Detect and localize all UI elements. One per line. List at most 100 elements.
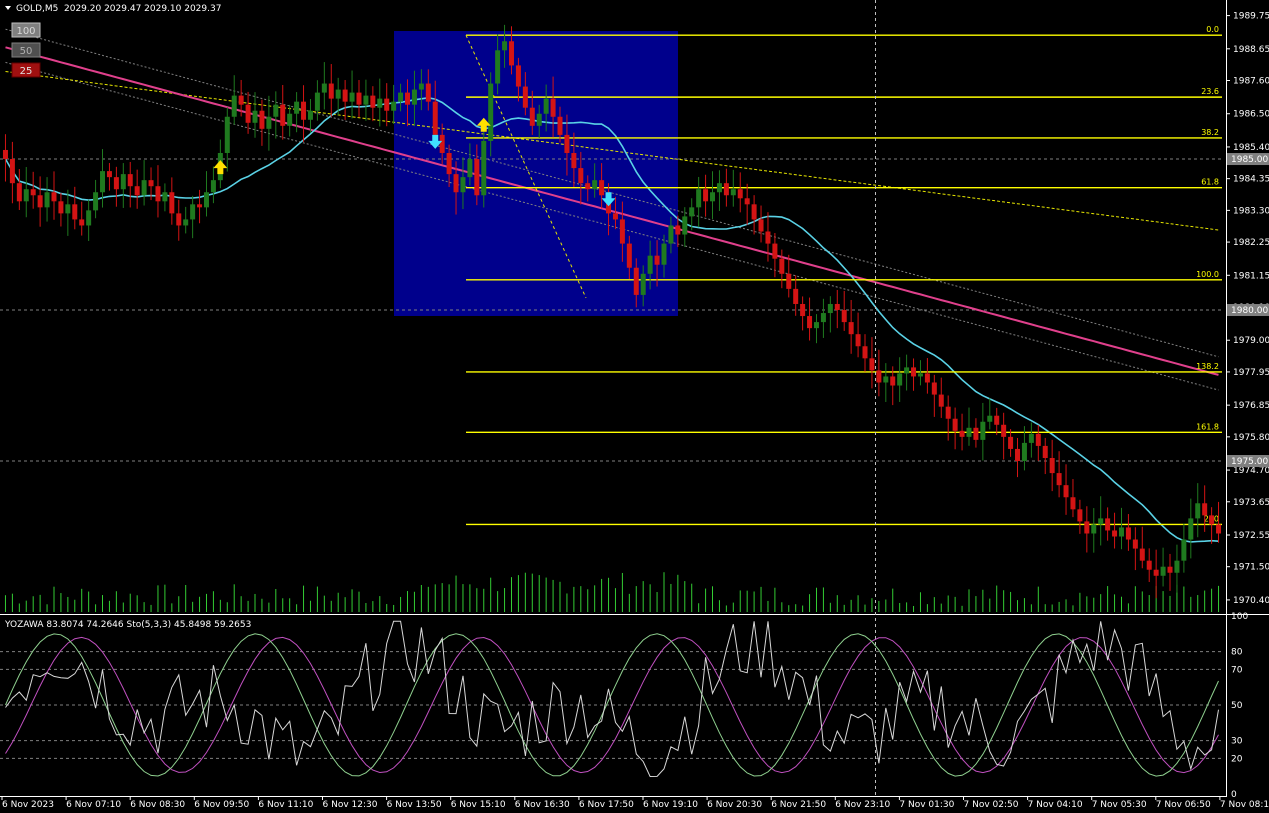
zoom-button-100[interactable]: 100: [11, 22, 41, 38]
price-chart[interactable]: 0.0 23.6 38.2 61.8 100.0 138.2 161.8 20 0 GOLD,M…: [0, 0, 1269, 813]
time-tick-label: 7 Nov 04:10: [1028, 800, 1083, 810]
zoom-button-50[interactable]: 50: [11, 42, 41, 58]
candle-bull: [592, 180, 598, 190]
candle-bull: [1174, 560, 1180, 573]
chart-header: GOLD,M5 2029.20 2029.47 2029.10 2029.37: [5, 4, 221, 14]
candle-bear: [800, 303, 806, 317]
price-tick-label: 1974.70: [1233, 466, 1269, 476]
candle-bear: [841, 310, 847, 323]
candle-bear: [432, 101, 438, 135]
candle-bull: [273, 104, 279, 117]
candle-bull: [495, 50, 501, 84]
candle-bear: [751, 204, 757, 220]
candle-bull: [730, 189, 736, 196]
candle-bull: [86, 210, 92, 226]
candle-bear: [557, 116, 563, 135]
price-tick-label: 1973.65: [1233, 498, 1269, 508]
candle-bull: [411, 89, 417, 105]
candle-bear: [765, 231, 771, 244]
indicator-tick-label: 0: [1231, 790, 1237, 800]
candle-bear: [1008, 436, 1014, 449]
candle-bear: [79, 219, 85, 226]
candle-bear: [952, 418, 958, 431]
candle-bull: [231, 95, 237, 117]
candle-bear: [855, 334, 861, 347]
candle-bull: [696, 189, 702, 208]
candle-bear: [328, 83, 334, 99]
candle-bear: [1216, 524, 1222, 534]
candle-bear: [1105, 518, 1111, 531]
candle-bear: [9, 159, 15, 184]
candle-bull: [335, 89, 341, 99]
fib-level-label: 100.0: [1196, 270, 1219, 279]
indicator-tick-label: 70: [1231, 665, 1243, 675]
candle-bull: [266, 116, 272, 129]
candle-bear: [342, 89, 348, 102]
candle-bear: [779, 258, 785, 274]
candle-bull: [682, 216, 688, 235]
candle-bear: [1077, 509, 1083, 522]
fib-level-label: 61.8: [1201, 178, 1219, 187]
svg-text:25: 25: [20, 66, 33, 77]
candle-bear: [1056, 473, 1062, 486]
candle-bear: [51, 192, 57, 202]
fib-level-label: 38.2: [1201, 128, 1219, 137]
candle-bull: [966, 427, 972, 437]
candle-bear: [515, 65, 521, 87]
time-tick-label: 7 Nov 02:50: [964, 800, 1019, 810]
time-tick-label: 6 Nov 16:30: [515, 800, 570, 810]
candle-bear: [30, 189, 36, 196]
candle-bull: [363, 95, 369, 105]
price-tick-label: 1979.00: [1233, 336, 1269, 346]
indicator-tick-label: 50: [1231, 701, 1243, 711]
candle-bull: [716, 183, 722, 193]
zoom-button-25[interactable]: 25: [11, 62, 41, 78]
candle-bear: [973, 427, 979, 440]
candle-bear: [612, 213, 618, 220]
candle-bull: [827, 303, 833, 314]
candle-bull: [120, 174, 126, 190]
candle-bull: [661, 243, 667, 265]
price-marker-label: 1980.00: [1231, 306, 1268, 316]
candle-bull: [987, 415, 993, 422]
candle-bear: [238, 95, 244, 105]
price-tick-label: 1970.40: [1233, 596, 1269, 606]
candle-bear: [571, 152, 577, 169]
candle-bull: [980, 421, 986, 440]
candle-bear: [703, 189, 709, 202]
candle-bull: [252, 110, 258, 123]
candle-bear: [508, 41, 514, 66]
candle-bear: [58, 201, 64, 214]
candle-bull: [1195, 503, 1201, 519]
candle-bear: [113, 177, 119, 190]
price-marker-label: 1975.00: [1231, 457, 1268, 467]
price-tick-label: 1984.35: [1233, 175, 1269, 185]
fib-level-label: 23.6: [1201, 87, 1219, 96]
price-marker-label: 1985.00: [1231, 155, 1268, 165]
candle-bear: [169, 192, 175, 214]
time-tick-label: 6 Nov 21:50: [771, 800, 826, 810]
candle-bear: [793, 288, 799, 304]
indicator-tick-label: 80: [1231, 648, 1243, 658]
candle-bear: [945, 406, 951, 419]
candle-bear: [675, 225, 681, 235]
price-tick-label: 1983.30: [1233, 206, 1269, 216]
candle-bull: [224, 116, 230, 153]
candle-bear: [626, 243, 632, 268]
candle-bull: [1021, 442, 1027, 462]
candle-bull: [162, 192, 168, 202]
time-tick-label: 6 Nov 23:10: [835, 800, 890, 810]
candle-bear: [807, 316, 813, 329]
candle-bull: [391, 101, 397, 111]
candle-bull: [287, 113, 293, 126]
time-tick-label: 6 Nov 09:50: [194, 800, 249, 810]
time-tick-label: 6 Nov 12:30: [323, 800, 378, 810]
candle-bear: [890, 376, 896, 386]
price-tick-label: 1987.60: [1233, 77, 1269, 87]
fib-level-label: 0.0: [1206, 25, 1219, 34]
candle-bear: [578, 168, 584, 184]
symbol-label: GOLD,M5: [16, 4, 58, 14]
price-tick-label: 1982.25: [1233, 238, 1269, 248]
fib-level-label: 138.2: [1196, 362, 1219, 371]
candle-bull: [689, 207, 695, 217]
